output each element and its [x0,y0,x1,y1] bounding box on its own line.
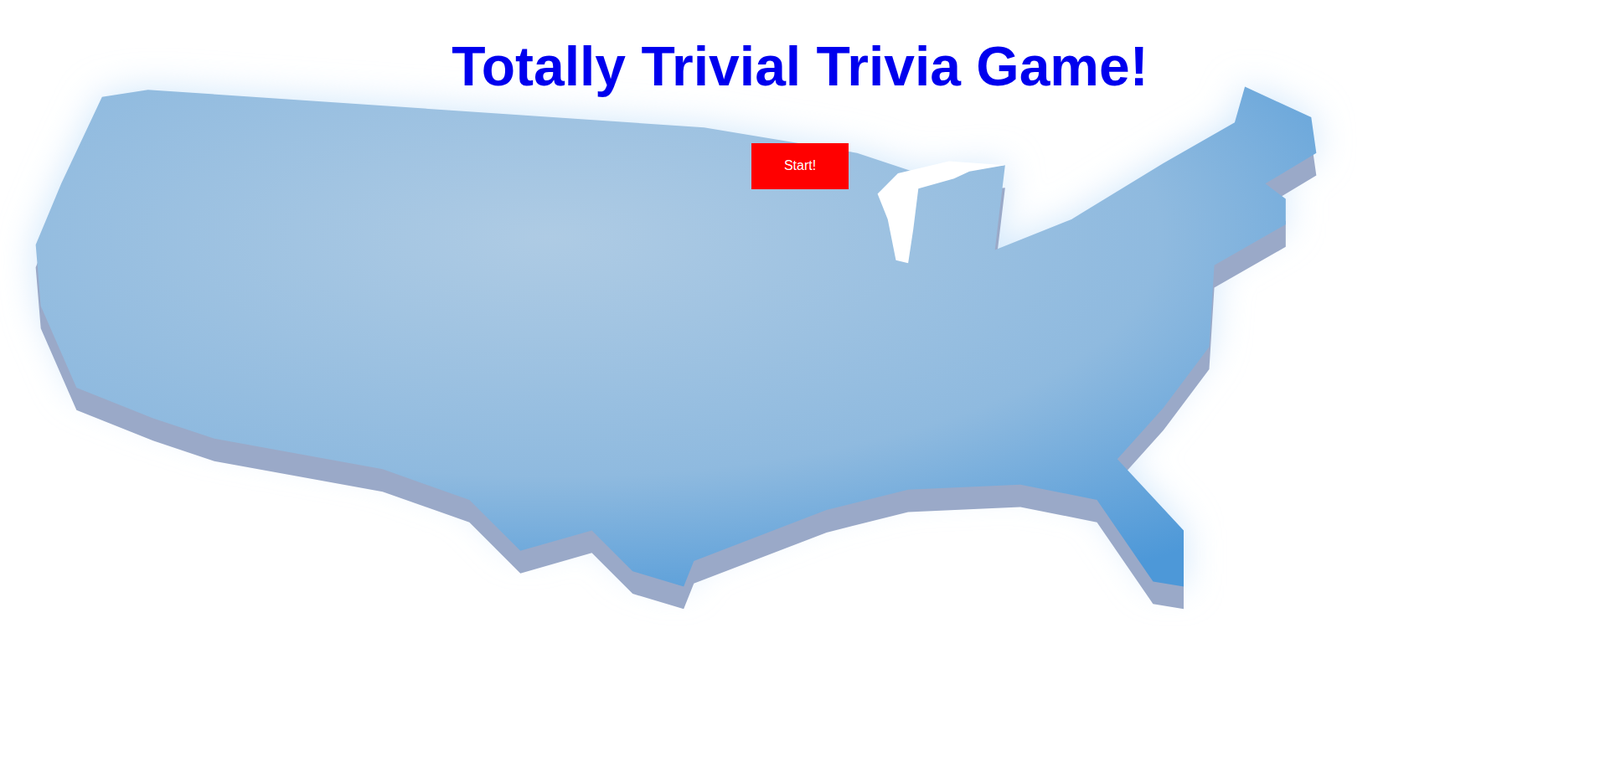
game-page: Totally Trivial Trivia Game! Start! [0,0,1600,762]
content: Totally Trivial Trivia Game! Start! [0,0,1600,190]
start-button[interactable]: Start! [751,143,849,190]
us-map-icon [0,0,1600,762]
game-title: Totally Trivial Trivia Game! [451,35,1148,99]
